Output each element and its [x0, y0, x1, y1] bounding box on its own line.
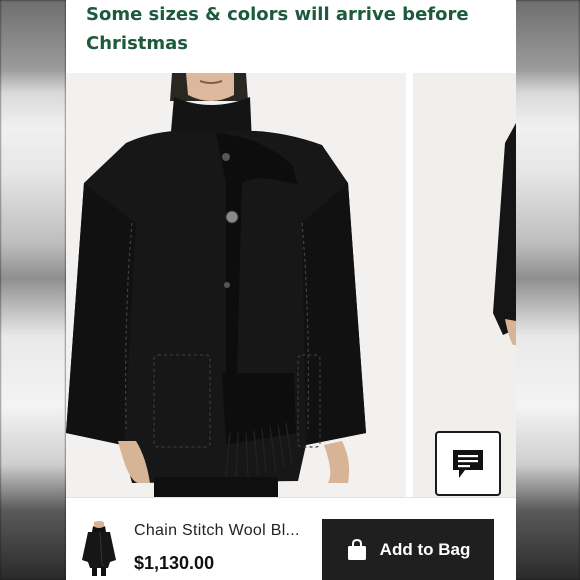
chat-button[interactable]	[435, 431, 501, 496]
shipping-notice: Some sizes & colors will arrive before C…	[86, 4, 469, 54]
blurred-backdrop-left	[0, 0, 66, 580]
shopping-bag-icon	[347, 538, 366, 560]
product-name[interactable]: Chain Stitch Wool Bl...	[134, 522, 300, 540]
add-to-bag-label: Add to Bag	[379, 539, 471, 559]
add-to-bag-button[interactable]: Add to Bag	[322, 519, 494, 580]
product-price: $1,130.00	[134, 553, 215, 573]
gallery-divider	[406, 73, 413, 497]
product-thumbnail[interactable]	[80, 520, 118, 576]
product-page: Some sizes & colors will arrive before C…	[66, 0, 516, 580]
product-photo-main[interactable]	[66, 73, 406, 497]
chat-icon	[453, 449, 483, 478]
blurred-backdrop-right	[514, 0, 580, 580]
sticky-purchase-bar: Chain Stitch Wool Bl... $1,130.00 Add to…	[66, 497, 516, 580]
